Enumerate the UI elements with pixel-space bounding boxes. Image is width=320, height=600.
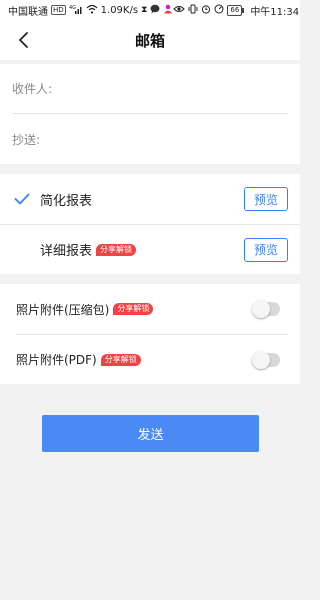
report-row-detailed[interactable]: 详细报表 分享解锁 预览 bbox=[0, 224, 300, 274]
hd-icon: HD bbox=[51, 5, 66, 15]
attachment-row-zip: 照片附件(压缩包) 分享解锁 bbox=[16, 284, 288, 334]
battery-icon: 66 bbox=[227, 4, 245, 16]
nav-bar: 邮箱 bbox=[0, 20, 300, 60]
carrier-name: 中国联通 bbox=[8, 6, 48, 18]
attachment-toggle-pdf[interactable] bbox=[252, 350, 280, 369]
clock-time: 中午11:34 bbox=[250, 6, 300, 18]
checkmark-icon bbox=[14, 193, 30, 205]
recipients-section: 收件人: 抄送: bbox=[0, 64, 300, 164]
cc-input[interactable] bbox=[44, 132, 288, 146]
attachment-row-pdf: 照片附件(PDF) 分享解锁 bbox=[16, 334, 288, 384]
status-right: 66 中午11:34 bbox=[173, 3, 299, 18]
report-check-slot bbox=[14, 193, 40, 205]
signal-type-label: 4G bbox=[69, 5, 76, 11]
attachment-toggle-zip[interactable] bbox=[252, 300, 280, 318]
preview-button-detailed[interactable]: 预览 bbox=[244, 237, 288, 262]
hourglass-icon: ⧗ bbox=[141, 5, 148, 15]
message-icon bbox=[150, 4, 160, 17]
toggle-knob bbox=[252, 300, 270, 318]
app-notification-icon bbox=[163, 4, 173, 17]
to-label: 收件人: bbox=[12, 82, 53, 96]
to-input[interactable] bbox=[56, 81, 288, 96]
status-bar: 中国联通 HD 4G 1.09K/s ⧗ 66 中午11:34 bbox=[0, 0, 300, 20]
report-label: 详细报表 bbox=[40, 244, 93, 259]
page-title: 邮箱 bbox=[134, 31, 165, 50]
vibrate-icon bbox=[188, 4, 198, 17]
share-unlock-badge: 分享解锁 bbox=[96, 243, 137, 256]
share-unlock-badge: 分享解锁 bbox=[100, 353, 141, 366]
status-left: 中国联通 HD 4G 1.09K/s ⧗ bbox=[8, 3, 173, 18]
reports-section: 简化报表 预览 详细报表 分享解锁 预览 bbox=[0, 174, 300, 274]
attachment-label: 照片附件(PDF) bbox=[16, 353, 97, 367]
share-unlock-badge: 分享解锁 bbox=[113, 303, 154, 315]
section-gap bbox=[0, 164, 300, 174]
to-row: 收件人: bbox=[12, 64, 288, 114]
attachment-label: 照片附件(压缩包) bbox=[16, 302, 110, 317]
report-row-simple[interactable]: 简化报表 预览 bbox=[0, 174, 300, 224]
toggle-knob bbox=[252, 350, 270, 369]
section-gap bbox=[0, 274, 300, 284]
wifi-icon bbox=[86, 4, 98, 17]
chevron-left-icon bbox=[19, 32, 28, 48]
cc-label: 抄送: bbox=[12, 132, 41, 147]
send-button[interactable]: 发送 bbox=[42, 415, 259, 452]
attachments-section: 照片附件(压缩包) 分享解锁 照片附件(PDF) 分享解锁 bbox=[0, 284, 300, 384]
back-button[interactable] bbox=[12, 28, 36, 52]
signal-icon: 4G bbox=[69, 4, 83, 17]
report-label: 简化报表 bbox=[40, 193, 93, 209]
speed-gauge-icon bbox=[214, 4, 224, 17]
preview-button-simple[interactable]: 预览 bbox=[244, 187, 288, 211]
network-speed: 1.09K/s bbox=[100, 4, 139, 16]
alarm-icon bbox=[201, 4, 211, 17]
cc-row: 抄送: bbox=[12, 114, 288, 164]
eye-icon bbox=[173, 4, 186, 17]
